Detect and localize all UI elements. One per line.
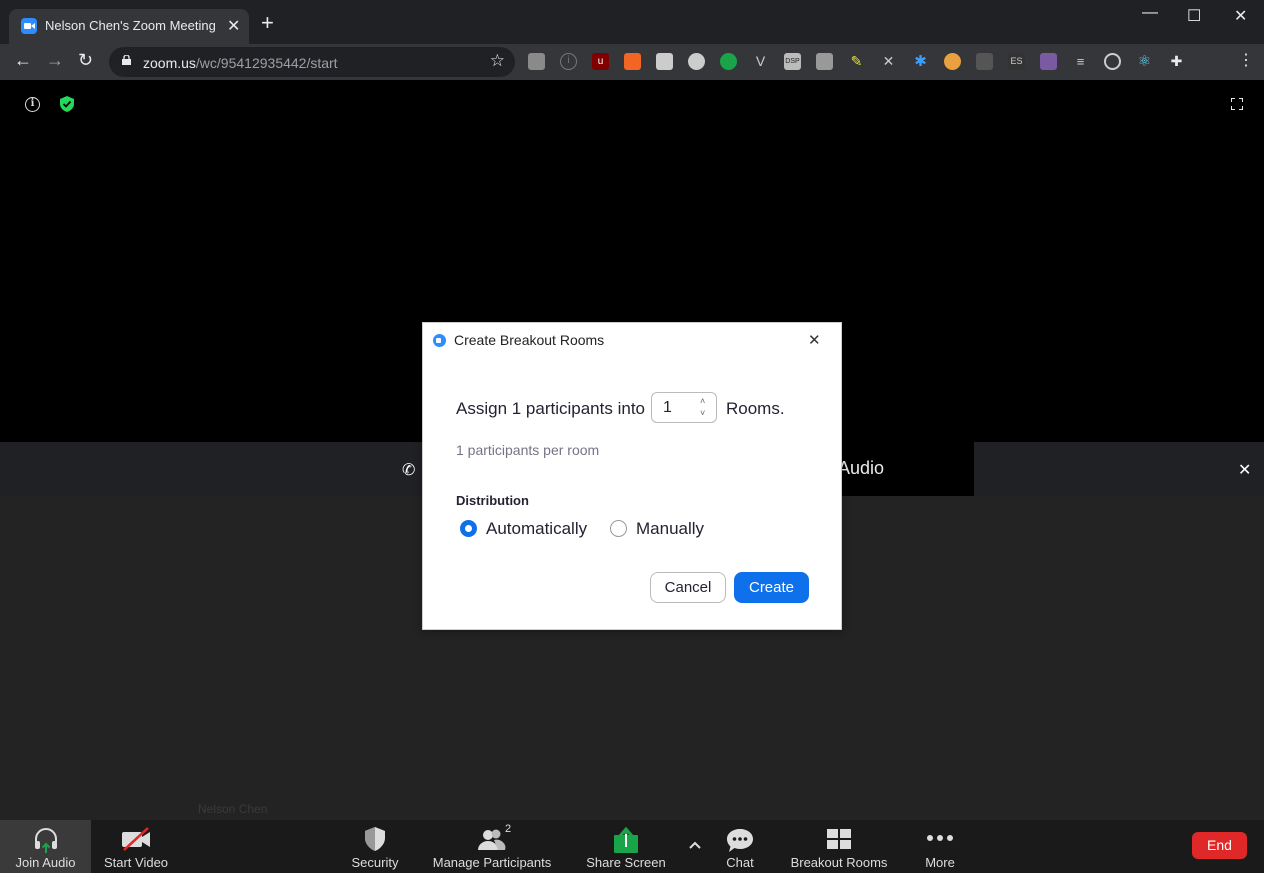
browser-toolbar: ← → ↻ zoom.us/wc/95412935442/start ☆ i u… [0, 44, 1264, 115]
audio-banner-close-icon[interactable]: ✕ [1238, 460, 1251, 480]
radio-manually[interactable] [610, 520, 627, 537]
dialog-close-icon[interactable]: ✕ [808, 331, 821, 349]
option-automatically-label[interactable]: Automatically [486, 519, 587, 539]
encryption-shield-icon[interactable] [60, 96, 74, 112]
rooms-suffix: Rooms. [726, 399, 785, 418]
breakout-rooms-icon [827, 829, 851, 849]
breakout-rooms-button[interactable]: Breakout Rooms [786, 820, 892, 873]
target-extension-icon[interactable] [1104, 53, 1121, 70]
cross-extension-icon[interactable]: ✕ [880, 53, 897, 70]
manage-participants-label: Manage Participants [432, 855, 552, 870]
video-off-icon [122, 827, 150, 851]
es-extension-icon[interactable]: ES [1008, 53, 1025, 70]
meeting-info-icon[interactable]: i [25, 97, 40, 112]
more-button[interactable]: More [910, 820, 970, 873]
cancel-button[interactable]: Cancel [650, 572, 726, 603]
phone-call-icon[interactable]: ✆ [402, 460, 415, 480]
lock-icon [122, 55, 131, 65]
chat-icon [727, 829, 753, 852]
manage-participants-button[interactable]: 2 Manage Participants [432, 820, 552, 873]
start-video-label: Start Video [103, 855, 169, 870]
react-extension-icon[interactable]: ⚛ [1136, 53, 1153, 70]
join-audio-label: Join Audio [15, 855, 76, 870]
participants-icon [478, 829, 506, 850]
vue-extension-icon[interactable]: V [752, 53, 769, 70]
tab-title: Nelson Chen's Zoom Meeting [45, 18, 216, 33]
chevron-up-icon [689, 841, 701, 849]
url-text: zoom.us/wc/95412935442/start [143, 55, 338, 71]
share-screen-label: Share Screen [586, 855, 666, 870]
puzzle-gray-extension-icon[interactable] [816, 53, 833, 70]
meeting-controls-bar: Join Audio Start Video Security 2 Manage… [0, 820, 1264, 873]
lines-extension-icon[interactable]: ≡ [1072, 53, 1089, 70]
create-button[interactable]: Create [734, 572, 809, 603]
participant-count-badge: 2 [505, 823, 512, 835]
end-meeting-button[interactable]: End [1192, 832, 1247, 859]
cloud-extension-icon[interactable] [656, 53, 673, 70]
tab-close-icon[interactable]: ✕ [227, 16, 240, 36]
breakout-rooms-label: Breakout Rooms [790, 855, 888, 870]
ublock-extension-icon[interactable]: u [592, 53, 609, 70]
mail-extension-icon[interactable] [528, 53, 545, 70]
fullscreen-icon[interactable] [1231, 98, 1243, 110]
join-audio-button[interactable]: Join Audio [0, 820, 91, 873]
decrement-arrow-icon[interactable]: ˅ [700, 408, 705, 418]
maximize-icon[interactable]: ☐ [1187, 6, 1201, 26]
participant-name: Nelson Chen [198, 802, 268, 816]
chat-button[interactable]: Chat [710, 820, 770, 873]
cube-extension-icon[interactable] [976, 53, 993, 70]
room-count-value[interactable]: 1 [663, 399, 672, 417]
asterisk-extension-icon[interactable]: ✱ [912, 53, 929, 70]
audio-banner-text[interactable]: Audio [838, 458, 884, 479]
minimize-icon[interactable]: — [1142, 4, 1158, 22]
window-close-icon[interactable]: ✕ [1234, 6, 1247, 26]
browser-menu-icon[interactable]: ⋮ [1238, 50, 1254, 70]
new-tab-icon[interactable]: + [261, 12, 274, 34]
dialog-title: Create Breakout Rooms [454, 332, 605, 348]
face-extension-icon[interactable] [944, 53, 961, 70]
purple-extension-icon[interactable] [1040, 53, 1057, 70]
zoom-favicon-icon [21, 18, 37, 34]
gear-extension-icon[interactable] [688, 53, 705, 70]
option-manually-label[interactable]: Manually [636, 519, 704, 539]
distribution-label: Distribution [456, 493, 529, 508]
browser-titlebar: Nelson Chen's Zoom Meeting ✕ + — ☐ ✕ [0, 0, 1264, 44]
info-extension-icon[interactable]: i [560, 53, 577, 70]
security-label: Security [351, 855, 399, 870]
evernote-extension-icon[interactable] [720, 53, 737, 70]
more-label: More [925, 855, 955, 870]
extensions-puzzle-icon[interactable]: ✚ [1168, 53, 1185, 70]
share-screen-icon [614, 826, 638, 853]
per-room-hint: 1 participants per room [456, 442, 600, 458]
security-button[interactable]: Security [330, 820, 420, 873]
create-breakout-rooms-dialog: Create Breakout Rooms ✕ Assign 1 partici… [422, 322, 842, 630]
share-screen-button[interactable]: Share Screen [580, 820, 672, 873]
headphones-icon [34, 828, 57, 853]
share-options-caret[interactable] [684, 820, 706, 873]
radio-automatically[interactable] [460, 520, 477, 537]
start-video-button[interactable]: Start Video [91, 820, 181, 873]
back-icon[interactable]: ← [14, 50, 32, 71]
more-dots-icon [927, 835, 953, 841]
zoom-logo-icon [433, 334, 446, 347]
dsp-extension-icon[interactable]: DSP [784, 53, 801, 70]
room-count-stepper[interactable]: 1 ˄ ˅ [651, 392, 717, 423]
address-bar[interactable]: zoom.us/wc/95412935442/start ☆ [109, 47, 515, 77]
reload-icon[interactable]: ↻ [78, 50, 93, 71]
forward-icon[interactable]: → [46, 50, 64, 71]
bookmark-star-icon[interactable]: ☆ [490, 51, 505, 71]
assign-text: Assign 1 participants into [456, 399, 645, 418]
browser-tab[interactable]: Nelson Chen's Zoom Meeting ✕ [9, 9, 249, 44]
marker-extension-icon[interactable]: ✎ [848, 53, 865, 70]
rss-extension-icon[interactable] [624, 53, 641, 70]
chat-label: Chat [726, 855, 754, 870]
security-shield-icon [365, 827, 385, 851]
increment-arrow-icon[interactable]: ˄ [700, 396, 705, 406]
